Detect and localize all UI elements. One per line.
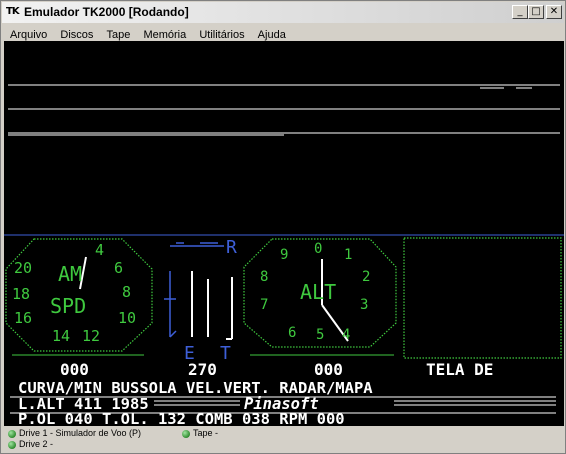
emulator-window: TK Emulador TK2000 [Rodando] _ □ ✕ Arqui… — [0, 0, 566, 454]
radar-map-frame — [403, 237, 562, 359]
attitude-bars — [191, 271, 233, 340]
airspeed-digit: 4 — [95, 241, 104, 259]
minimize-button[interactable]: _ — [512, 5, 528, 19]
airspeed-digit: 20 — [14, 259, 32, 277]
menu-bar: Arquivo Discos Tape Memória Utilitários … — [2, 23, 564, 41]
app-icon: TK — [6, 6, 20, 17]
status-bar: Drive 1 - Simulador de Voo (P) Tape - Dr… — [2, 426, 564, 453]
horizon-lines — [8, 84, 560, 136]
brand-text: Pinasoft — [244, 395, 319, 413]
airspeed-digit: 10 — [118, 309, 136, 327]
close-icon: ✕ — [549, 6, 559, 17]
airspeed-digit: 16 — [14, 309, 32, 327]
altimeter-digit: 9 — [280, 247, 288, 263]
altimeter-digit: 7 — [260, 297, 268, 313]
tape-led-icon — [182, 430, 190, 438]
altimeter-label: ALT — [300, 280, 336, 304]
airspeed-digit: 8 — [122, 283, 131, 301]
window-title: Emulador TK2000 [Rodando] — [24, 5, 189, 19]
curva-value: 000 — [60, 360, 89, 379]
drive2-status: Drive 2 - — [19, 439, 54, 449]
flight-sim-display: 4 20 6 18 8 16 10 14 12 AM SPD R E T 0 9… — [4, 84, 564, 426]
close-button[interactable]: ✕ — [546, 5, 562, 19]
maximize-button[interactable]: □ — [528, 5, 544, 19]
airspeed-digit: 18 — [12, 285, 30, 303]
compass-top-label: R — [226, 237, 237, 258]
altimeter-digit: 5 — [316, 327, 324, 343]
bussola-value: 270 — [188, 360, 217, 379]
maximize-icon: □ — [531, 6, 541, 17]
minimize-icon: _ — [517, 6, 523, 17]
velvert-value: 000 — [314, 360, 343, 379]
altimeter-digit: 8 — [260, 269, 268, 285]
attitude-indicator — [164, 242, 224, 338]
altimeter-digit: 4 — [342, 327, 350, 343]
title-bar[interactable]: TK Emulador TK2000 [Rodando] _ □ ✕ — [2, 2, 564, 23]
altimeter-digit: 0 — [314, 241, 322, 257]
drive1-led-icon — [8, 430, 16, 438]
tela-label: TELA DE — [426, 360, 493, 379]
altimeter-digit: 2 — [362, 269, 370, 285]
airspeed-digit: 6 — [114, 259, 123, 277]
compass-label-t: T — [220, 343, 231, 364]
drive2-led-icon — [8, 441, 16, 449]
airspeed-digit: 14 — [52, 327, 70, 345]
airspeed-label-am: AM — [58, 262, 82, 286]
emulator-screen[interactable]: 4 20 6 18 8 16 10 14 12 AM SPD R E T 0 9… — [4, 41, 564, 426]
airspeed-label-spd: SPD — [50, 294, 86, 318]
drive1-status: Drive 1 - Simulador de Voo (P) — [19, 428, 142, 438]
altimeter-digit: 6 — [288, 325, 296, 341]
airspeed-digit: 12 — [82, 327, 100, 345]
altimeter-digit: 1 — [344, 247, 352, 263]
altimeter-digit: 3 — [360, 297, 368, 313]
tape-status: Tape - — [193, 428, 219, 438]
